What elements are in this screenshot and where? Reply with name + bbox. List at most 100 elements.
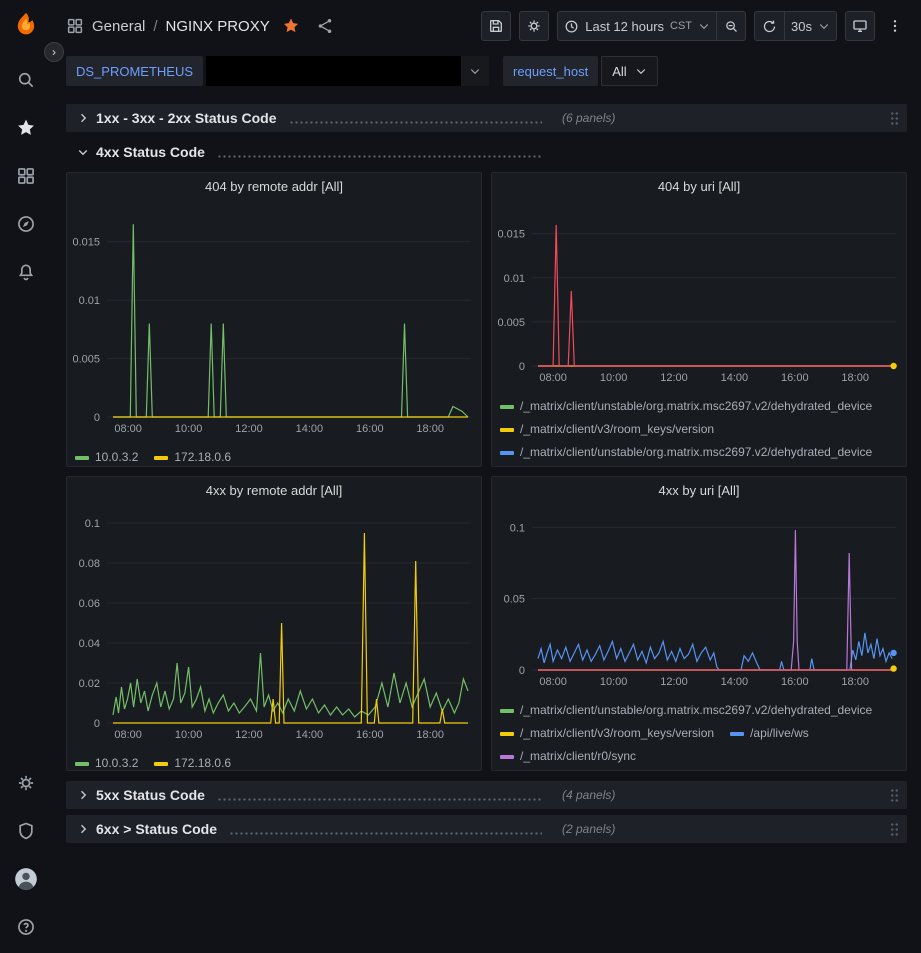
panel-4xx-by-uri: 4xx by uri [All] 00.050.108:0010:0012:00… — [491, 476, 907, 771]
legend-series-marker — [154, 456, 168, 460]
panel-title[interactable]: 404 by uri [All] — [492, 173, 906, 201]
topbar: General / NGINX PROXY — [52, 0, 921, 52]
save-dashboard-button[interactable] — [481, 11, 511, 41]
timeseries-chart-404-by-remote-addr[interactable]: 00.0050.010.01508:0010:0012:0014:0016:00… — [67, 201, 481, 442]
svg-text:08:00: 08:00 — [539, 372, 567, 384]
share-button[interactable] — [312, 11, 338, 41]
favorite-star-button[interactable] — [278, 11, 304, 41]
legend-item[interactable]: 10.0.3.2 — [75, 446, 138, 466]
row-header-6xx[interactable]: 6xx > Status Code (2 panels) — [66, 815, 907, 843]
variable-label-request-host[interactable]: request_host — [503, 56, 598, 86]
legend-item[interactable]: 10.0.3.2 — [75, 752, 138, 770]
legend-item[interactable]: 172.18.0.6 — [154, 446, 231, 466]
refresh-interval-dropdown[interactable]: 30s — [784, 11, 837, 41]
panel-title[interactable]: 4xx by remote addr [All] — [67, 477, 481, 505]
legend-item[interactable]: /_matrix/client/r0/sync — [500, 745, 636, 768]
more-options-button[interactable] — [883, 11, 907, 41]
sidebar-expand-button[interactable]: › — [44, 42, 64, 62]
help-icon — [16, 917, 36, 937]
legend-item[interactable]: /_matrix/client/unstable/org.matrix.msc2… — [500, 768, 872, 770]
variable-value-dropdown-redacted[interactable] — [206, 56, 489, 86]
legend-item[interactable]: /api/live/ws — [730, 722, 809, 745]
sidebar-item-security[interactable] — [6, 811, 46, 851]
chevron-down-icon — [74, 146, 92, 158]
legend-item[interactable]: /_matrix/client/v3/room_keys/version — [500, 418, 714, 441]
timeseries-chart-404-by-uri[interactable]: 00.0050.010.01508:0010:0012:0014:0016:00… — [492, 201, 906, 391]
svg-text:08:00: 08:00 — [114, 729, 142, 741]
breadcrumb-dashboard-title[interactable]: NGINX PROXY — [166, 18, 270, 35]
svg-text:10:00: 10:00 — [600, 676, 628, 688]
grafana-logo[interactable] — [9, 8, 43, 42]
legend-item[interactable]: /_matrix/client/v3/room_keys/version — [500, 464, 714, 466]
zoom-out-button[interactable] — [716, 11, 746, 41]
svg-text:0: 0 — [519, 361, 525, 373]
legend-series-label: 10.0.3.2 — [95, 752, 138, 770]
breadcrumb-folder[interactable]: General — [92, 18, 145, 35]
dashboards-grid-icon — [16, 166, 36, 186]
sidebar-item-alerting[interactable] — [6, 252, 46, 292]
panel-title[interactable]: 404 by remote addr [All] — [67, 173, 481, 201]
legend-item[interactable]: /_matrix/client/unstable/org.matrix.msc2… — [500, 395, 872, 418]
legend-series-label: 172.18.0.6 — [174, 752, 231, 770]
sidebar-item-profile[interactable] — [6, 859, 46, 899]
legend-series-label: 172.18.0.6 — [174, 446, 231, 466]
row-panel-count: (4 panels) — [562, 788, 615, 802]
variable-datasource: DS_PROMETHEUS — [66, 56, 489, 86]
variable-request-host: request_host All — [503, 56, 658, 86]
request-host-value: All — [612, 64, 626, 79]
svg-text:0.1: 0.1 — [85, 518, 100, 530]
refresh-button[interactable] — [754, 11, 784, 41]
sidebar-item-settings[interactable] — [6, 763, 46, 803]
dashboard-body: 1xx - 3xx - 2xx Status Code (6 panels) 4… — [52, 98, 921, 953]
row-header-5xx[interactable]: 5xx Status Code (4 panels) — [66, 781, 907, 809]
svg-text:12:00: 12:00 — [660, 372, 688, 384]
legend-series-label: /_matrix/client/v3/room_keys/version — [520, 418, 714, 441]
timeseries-chart-4xx-by-remote-addr[interactable]: 00.020.040.060.080.108:0010:0012:0014:00… — [67, 505, 481, 748]
legend-series-marker — [154, 762, 168, 766]
row-drag-handle[interactable] — [890, 822, 899, 837]
legend-series-label: /sw.js — [750, 464, 779, 466]
star-icon — [16, 118, 36, 138]
legend-item[interactable]: /_matrix/client/v3/room_keys/version — [500, 722, 714, 745]
sidebar-item-search[interactable] — [6, 60, 46, 100]
shield-icon — [16, 821, 36, 841]
sidebar-item-starred[interactable] — [6, 108, 46, 148]
legend-series-label: /_matrix/client/unstable/org.matrix.msc2… — [520, 395, 872, 418]
svg-text:16:00: 16:00 — [781, 372, 809, 384]
legend-item[interactable]: /sw.js — [730, 464, 779, 466]
sidebar-item-help[interactable] — [6, 907, 46, 947]
search-icon — [16, 70, 36, 90]
kiosk-mode-button[interactable] — [845, 11, 875, 41]
row-header-1xx-3xx-2xx[interactable]: 1xx - 3xx - 2xx Status Code (6 panels) — [66, 104, 907, 132]
legend-item[interactable]: /_matrix/client/unstable/org.matrix.msc2… — [500, 699, 872, 722]
variable-label-ds-prometheus[interactable]: DS_PROMETHEUS — [66, 56, 203, 86]
avatar — [13, 866, 39, 892]
panel-4xx-by-remote-addr: 4xx by remote addr [All] 00.020.040.060.… — [66, 476, 482, 771]
redacted-value — [206, 56, 461, 86]
refresh-interval-value: 30s — [791, 19, 812, 34]
legend-item[interactable]: 172.18.0.6 — [154, 752, 231, 770]
bell-icon — [16, 262, 36, 282]
row-title: 6xx > Status Code — [96, 821, 217, 837]
row-header-4xx[interactable]: 4xx Status Code — [66, 138, 907, 166]
timeseries-chart-4xx-by-uri[interactable]: 00.050.108:0010:0012:0014:0016:0018:00 — [492, 505, 906, 695]
panel-title[interactable]: 4xx by uri [All] — [492, 477, 906, 505]
apps-grid-icon — [66, 17, 84, 35]
legend-series-marker — [500, 755, 514, 759]
time-range-picker[interactable]: Last 12 hours CST — [557, 11, 716, 41]
request-host-value-dropdown[interactable]: All — [601, 56, 657, 86]
row-drag-handle[interactable] — [890, 111, 899, 126]
legend-series-label: 10.0.3.2 — [95, 446, 138, 466]
row-drag-handle[interactable] — [890, 788, 899, 803]
legend-item[interactable]: /_matrix/client/unstable/org.matrix.msc2… — [500, 441, 872, 464]
legend-series-marker — [500, 451, 514, 455]
legend-series-marker — [730, 732, 744, 736]
sidebar-item-dashboards[interactable] — [6, 156, 46, 196]
dotted-leader — [217, 798, 542, 801]
sidebar-item-explore[interactable] — [6, 204, 46, 244]
svg-text:16:00: 16:00 — [356, 423, 384, 435]
chart-legend: 10.0.3.2 172.18.0.6 — [67, 748, 481, 770]
dashboard-settings-button[interactable] — [519, 11, 549, 41]
time-picker-group: Last 12 hours CST — [557, 11, 746, 41]
legend-series-label: /api/live/ws — [750, 722, 809, 745]
